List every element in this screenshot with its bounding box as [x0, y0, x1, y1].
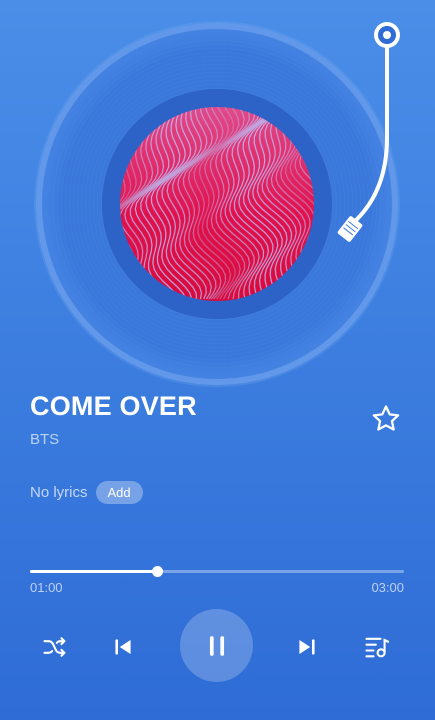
pause-icon	[209, 635, 224, 656]
previous-button[interactable]	[108, 632, 138, 662]
tonearm	[330, 18, 410, 253]
favorite-button[interactable]	[369, 402, 403, 436]
total-time: 03:00	[371, 580, 404, 595]
star-icon	[372, 405, 400, 431]
album-art-waves	[120, 107, 314, 301]
no-lyrics-label: No lyrics	[30, 484, 88, 501]
seek-fill	[30, 570, 158, 573]
shuffle-icon	[43, 637, 66, 657]
seek-bar[interactable]	[30, 566, 404, 578]
lyrics-row: No lyrics Add	[30, 481, 143, 504]
skip-next-icon	[299, 639, 315, 655]
add-lyrics-button[interactable]: Add	[95, 481, 143, 504]
next-button[interactable]	[292, 632, 322, 662]
shuffle-button[interactable]	[40, 632, 70, 662]
play-pause-button[interactable]	[180, 609, 253, 682]
current-time: 01:00	[30, 580, 63, 595]
song-title: COME OVER	[30, 391, 197, 421]
seek-thumb[interactable]	[152, 566, 164, 577]
playlist-icon	[365, 637, 390, 658]
playlist-button[interactable]	[362, 632, 392, 662]
album-art	[120, 107, 314, 301]
skip-previous-icon	[115, 639, 131, 655]
artist-name[interactable]: BTS	[30, 431, 59, 448]
